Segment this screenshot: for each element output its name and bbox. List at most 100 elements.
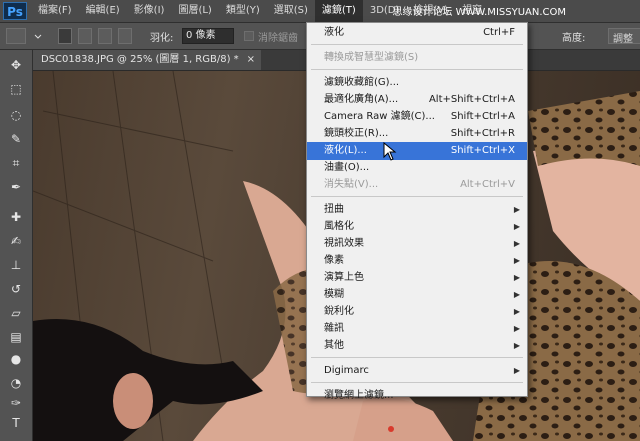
history-brush-icon[interactable]: ↺ [5,280,27,298]
menu-item-label: 扭曲 [324,204,344,215]
menu-item-label: 液化(L)... [324,145,367,156]
healing-icon[interactable]: ✚ [5,208,27,226]
menu-item[interactable]: 選取(S) [267,0,315,22]
brush-icon[interactable]: ✍ [5,232,27,250]
menu-item-label: 銳利化 [324,306,354,317]
filter-menu-item[interactable]: 液化 Ctrl+F [307,24,527,42]
move-icon[interactable]: ✥ [5,56,27,74]
filter-menu-item[interactable]: 雜訊 ▶ [307,320,527,338]
close-tab-icon[interactable]: × [247,50,255,70]
document-tab[interactable]: DSC01838.JPG @ 25% (圖層 1, RGB/8) * × [33,50,261,70]
crop-icon[interactable]: ⌗ [5,154,27,172]
filter-menu-item[interactable]: 銳利化 ▶ [307,303,527,321]
menu-item-label: 油畫(O)... [324,162,370,173]
photoshop-logo: Ps [3,2,27,20]
filter-menu-item: 轉換成智慧型濾鏡(S) [307,49,527,67]
gradient-icon[interactable]: ▤ [5,328,27,346]
menu-separator [311,196,523,197]
menu-item-label: 鏡頭校正(R)... [324,128,389,139]
filter-menu-item[interactable]: 演算上色 ▶ [307,269,527,287]
filter-menu-item: 消失點(V)... Alt+Ctrl+V [307,176,527,194]
menu-item[interactable]: 類型(Y) [219,0,267,22]
quick-select-icon[interactable]: ✎ [5,130,27,148]
menu-item-label: 濾鏡收藏館(G)... [324,77,400,88]
filter-menu-item[interactable]: 其他 ▶ [307,337,527,355]
filter-menu-item[interactable]: Camera Raw 濾鏡(C)... Shift+Ctrl+A [307,108,527,126]
filter-menu-item[interactable]: 風格化 ▶ [307,218,527,236]
dodge-icon[interactable]: ◔ [5,374,27,392]
filter-menu-item[interactable]: Digimarc ▶ [307,362,527,380]
menu-item[interactable]: 濾鏡(T) [314,0,363,22]
marquee-icon[interactable]: ⬚ [5,80,27,98]
dropdown-arrow-icon[interactable] [34,28,42,44]
filter-menu-item[interactable]: 瀏覽網上濾鏡... [307,387,527,405]
menu-item-label: 轉換成智慧型濾鏡(S) [324,52,419,63]
menu-item-label: Digimarc [324,365,369,376]
filter-menu-item[interactable]: 油畫(O)... [307,159,527,177]
menu-item-shortcut: Shift+Ctrl+A [450,111,515,122]
submenu-arrow-icon: ▶ [513,239,520,248]
menu-item[interactable]: 圖層(L) [171,0,218,22]
adjust-button[interactable]: 調整 [608,28,640,45]
blur-icon[interactable]: ● [5,350,27,368]
menu-item-label: 液化 [324,27,344,38]
filter-menu-item[interactable]: 鏡頭校正(R)... Shift+Ctrl+R [307,125,527,143]
antialias-label: 消除鋸齒 [258,33,298,44]
menu-item-shortcut: Alt+Shift+Ctrl+A [428,94,515,105]
menu-item[interactable]: 檔案(F) [31,0,79,22]
menu-separator [311,44,523,45]
submenu-arrow-icon: ▶ [513,366,520,375]
menu-item-shortcut: Shift+Ctrl+R [450,128,515,139]
menu-separator [311,357,523,358]
submenu-arrow-icon: ▶ [513,290,520,299]
filter-menu-item[interactable]: 最適化廣角(A)... Alt+Shift+Ctrl+A [307,91,527,109]
filter-menu-item[interactable]: 視訊效果 ▶ [307,235,527,253]
eraser-icon[interactable]: ▱ [5,304,27,322]
tools-panel: ✥ ⬚ ◌ ✎ ⌗ ✒ ✚ ✍ ⊥ ↺ ▱ ▤ ● ◔ ✑ T [0,50,33,441]
filter-menu-item[interactable]: 液化(L)... Shift+Ctrl+X [307,142,527,160]
tool-preset-picker[interactable] [6,28,26,44]
menu-item-label: 瀏覽網上濾鏡... [324,390,394,401]
add-selection-button[interactable] [78,28,92,44]
antialias-checkbox[interactable] [244,31,254,41]
pen-icon[interactable]: ✑ [5,394,27,412]
adjust-label: 調整 [613,34,633,45]
new-selection-button[interactable] [58,28,72,44]
feather-label: 羽化: [150,33,174,44]
menu-item[interactable]: 影像(I) [127,0,172,22]
intersect-selection-button[interactable] [118,28,132,44]
submenu-arrow-icon: ▶ [513,307,520,316]
stamp-icon[interactable]: ⊥ [5,256,27,274]
menu-item-label: Camera Raw 濾鏡(C)... [324,111,435,122]
menu-item-label: 其他 [324,340,344,351]
type-icon[interactable]: T [5,414,27,432]
feather-input[interactable]: 0 像素 [182,28,234,44]
menu-item-shortcut: Ctrl+F [483,27,515,38]
menu-item-label: 演算上色 [324,272,364,283]
menu-separator [311,69,523,70]
submenu-arrow-icon: ▶ [513,205,520,214]
watermark-text: 思缘设计论坛 WWW.MISSYUAN.COM [392,7,566,18]
document-tab-title: DSC01838.JPG @ 25% (圖層 1, RGB/8) * [41,54,239,65]
eyedropper-icon[interactable]: ✒ [5,178,27,196]
menu-item-label: 視訊效果 [324,238,364,249]
menu-item-label: 消失點(V)... [324,179,379,190]
menu-separator [311,382,523,383]
submenu-arrow-icon: ▶ [513,222,520,231]
menu-item-label: 最適化廣角(A)... [324,94,399,105]
filter-menu-item[interactable]: 模糊 ▶ [307,286,527,304]
lasso-icon[interactable]: ◌ [5,106,27,124]
filter-menu-item[interactable]: 扭曲 ▶ [307,201,527,219]
submenu-arrow-icon: ▶ [513,324,520,333]
menu-item[interactable]: 編輯(E) [79,0,127,22]
submenu-arrow-icon: ▶ [513,273,520,282]
cursor-icon [383,142,397,161]
menu-item-label: 雜訊 [324,323,344,334]
menu-item-label: 模糊 [324,289,344,300]
submenu-arrow-icon: ▶ [513,341,520,350]
subtract-selection-button[interactable] [98,28,112,44]
filter-menu-item[interactable]: 像素 ▶ [307,252,527,270]
submenu-arrow-icon: ▶ [513,256,520,265]
height-label: 高度: [562,33,586,44]
filter-menu-item[interactable]: 濾鏡收藏館(G)... [307,74,527,92]
